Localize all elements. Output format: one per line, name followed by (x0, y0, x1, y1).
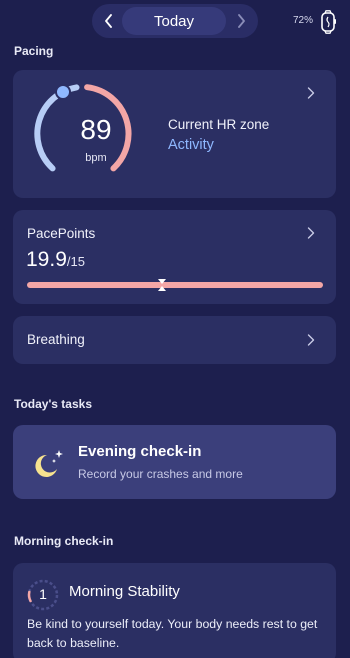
hr-zone-title: Current HR zone (168, 117, 270, 132)
pacepoints-progress-bar (27, 282, 323, 288)
task-subtitle: Record your crashes and more (78, 467, 243, 481)
pacepoints-title: PacePoints (27, 226, 96, 241)
stability-title: Morning Stability (69, 583, 180, 600)
moon-stars-icon (35, 450, 63, 477)
next-day-button[interactable] (226, 4, 256, 38)
pacepoints-card[interactable]: PacePoints 19.9/15 (13, 210, 336, 304)
morning-section-title: Morning check-in (14, 534, 114, 548)
pacepoints-max: /15 (66, 254, 85, 269)
current-date-label[interactable]: Today (122, 7, 226, 35)
chevron-right-icon (307, 87, 315, 99)
chevron-right-icon (307, 334, 315, 346)
evening-checkin-task[interactable]: Evening check-in Record your crashes and… (13, 425, 336, 499)
chevron-right-icon (307, 227, 315, 239)
stability-score: 1 (39, 586, 47, 602)
hr-zone-value: Activity (168, 137, 214, 153)
morning-stability-card[interactable]: 1 Morning Stability Be kind to yourself … (13, 563, 336, 658)
pacing-section-title: Pacing (14, 44, 54, 58)
gauge-indicator (55, 84, 71, 100)
breathing-label: Breathing (27, 332, 85, 347)
chevron-right-icon (238, 14, 245, 28)
app-screen: Today 72% Pacing 89 bpm Current HR zone … (0, 0, 350, 658)
stability-description: Be kind to yourself today. Your body nee… (27, 617, 318, 650)
chevron-left-icon (105, 14, 112, 28)
heart-rate-card[interactable]: 89 bpm Current HR zone Activity (13, 70, 336, 198)
wearable-device-button[interactable] (319, 10, 337, 39)
tasks-section-title: Today's tasks (14, 397, 92, 411)
pacepoints-score: 19.9/15 (26, 248, 85, 272)
watch-icon (321, 10, 336, 34)
date-navigator: Today (92, 4, 258, 38)
heart-rate-value: 89 (80, 114, 112, 145)
breathing-card[interactable]: Breathing (13, 316, 336, 364)
previous-day-button[interactable] (94, 4, 124, 38)
pacepoints-value: 19.9 (26, 248, 67, 271)
device-battery-level: 72% (293, 15, 314, 26)
task-title: Evening check-in (78, 443, 202, 460)
heart-rate-unit: bpm (85, 152, 107, 164)
threshold-marker-icon (158, 279, 166, 291)
